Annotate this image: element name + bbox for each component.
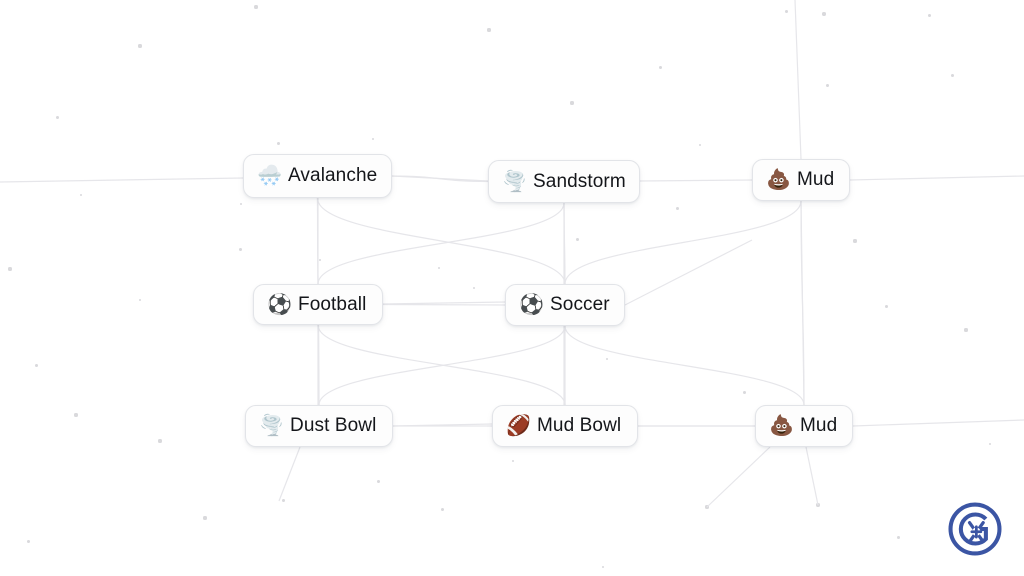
soccer-ball-icon: ⚽: [519, 294, 544, 316]
node-avalanche[interactable]: 🌨️ Avalanche: [243, 154, 392, 198]
node-dust-bowl[interactable]: 🌪️ Dust Bowl: [245, 405, 393, 447]
node-mud-bowl[interactable]: 🏈 Mud Bowl: [492, 405, 638, 447]
node-label: Football: [298, 293, 367, 315]
american-football-icon: 🏈: [506, 415, 531, 437]
poop-icon: 💩: [769, 415, 794, 437]
recipe-tree-canvas[interactable]: 🌨️ Avalanche 🌪️ Sandstorm 💩 Mud ⚽ Football ⚽ Socc…: [0, 0, 1024, 576]
node-label: Soccer: [550, 294, 610, 315]
node-label: Mud: [800, 415, 838, 436]
node-soccer[interactable]: ⚽ Soccer: [505, 284, 625, 326]
node-sandstorm[interactable]: 🌪️ Sandstorm: [488, 160, 640, 203]
node-mud-bottom[interactable]: 💩 Mud: [755, 405, 853, 447]
node-football[interactable]: ⚽ Football: [253, 284, 383, 325]
node-mud-top[interactable]: 💩 Mud: [752, 159, 850, 201]
node-label: Sandstorm: [533, 170, 626, 192]
node-label: Avalanche: [288, 165, 378, 186]
poop-icon: 💩: [766, 169, 791, 191]
tornado-icon: 🌪️: [502, 170, 527, 193]
tornado-icon: 🌪️: [259, 415, 284, 437]
node-label: Mud: [797, 169, 835, 190]
node-layer: 🌨️ Avalanche 🌪️ Sandstorm 💩 Mud ⚽ Football ⚽ Socc…: [0, 0, 1024, 576]
gg-logo: [948, 502, 1002, 556]
node-label: Mud Bowl: [537, 415, 622, 436]
soccer-ball-icon: ⚽: [267, 293, 292, 316]
cloud-snow-icon: 🌨️: [257, 165, 282, 187]
node-label: Dust Bowl: [290, 415, 377, 436]
